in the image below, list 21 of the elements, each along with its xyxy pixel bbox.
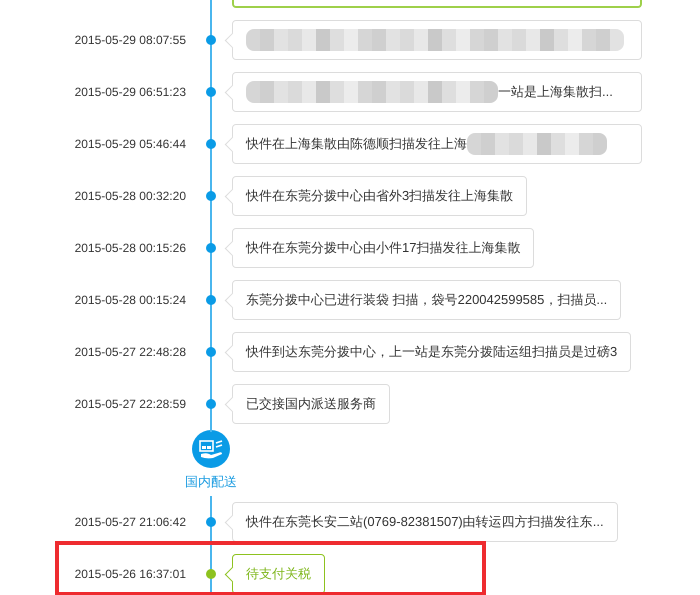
event-time: 2015-05-26 16:37:01	[74, 567, 187, 581]
phase-label: 国内配送	[185, 473, 237, 491]
event-time: 2015-05-28 00:15:26	[74, 241, 187, 255]
event-time: 2015-05-27 22:28:59	[74, 397, 187, 411]
event-time: 2015-05-28 00:32:20	[74, 189, 187, 203]
event-time: 2015-05-27 22:48:28	[74, 345, 187, 359]
event-text: 一站是上海集散扫...	[498, 83, 613, 101]
event-time: 2015-05-29 05:46:44	[74, 137, 187, 151]
event-text: 快件在东莞分拨中心由小件17扫描发往上海集散	[246, 239, 520, 257]
event-text: 快件在东莞分拨中心由省外3扫描发往上海集散	[246, 187, 514, 205]
event-time: 2015-05-27 21:06:42	[74, 515, 187, 529]
event-text: 快件到达东莞分拨中心，上一站是东莞分拨陆运组扫描员是过磅3	[246, 343, 618, 361]
event-text: 待支付关税	[246, 565, 311, 583]
package-hand-icon	[192, 430, 230, 468]
event-text: 东莞分拨中心已进行装袋 扫描，袋号220042599585，扫描员...	[246, 291, 608, 309]
event-time: 2015-05-29 06:51:23	[74, 85, 187, 99]
event-time: 2015-05-28 00:15:24	[74, 293, 187, 307]
event-text: 快件在上海集散由陈德顺扫描发往上海	[246, 135, 467, 153]
event-time: 2015-05-29 08:07:55	[74, 33, 187, 47]
event-text: 快件在东莞长安二站(0769-82381507)由转运四方扫描发往东...	[246, 513, 604, 531]
event-text: 已交接国内派送服务商	[246, 395, 376, 413]
